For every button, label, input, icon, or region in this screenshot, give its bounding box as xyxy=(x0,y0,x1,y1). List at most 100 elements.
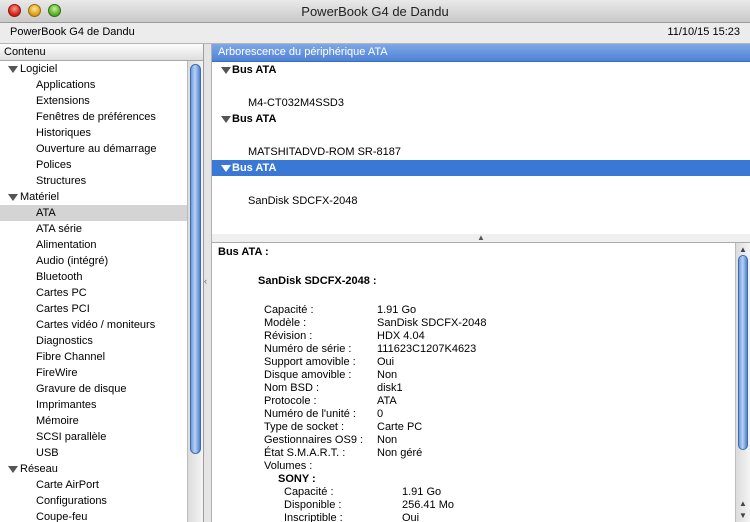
detail-scroll-thumb[interactable] xyxy=(738,255,748,450)
contents-scrollbar[interactable] xyxy=(187,61,203,522)
scroll-up-arrow-icon[interactable]: ▲ xyxy=(739,499,747,508)
property-key: Disque amovible : xyxy=(264,369,352,381)
property-row: Disponible : 256.41 Mo xyxy=(284,499,454,512)
property-value: 0 xyxy=(377,408,384,420)
scroll-down-icon[interactable]: ▼ xyxy=(739,511,747,520)
sidebar-item-label: Mémoire xyxy=(36,415,79,427)
property-value: HDX 4.04 xyxy=(377,330,425,342)
property-value xyxy=(377,460,486,473)
sidebar-item[interactable]: Applications xyxy=(0,77,187,93)
sidebar-category[interactable]: Logiciel xyxy=(0,61,187,77)
property-key: Inscriptible : xyxy=(284,512,343,522)
property-value: Oui xyxy=(402,512,420,522)
sidebar-item[interactable]: Fibre Channel xyxy=(0,349,187,365)
sidebar-item[interactable]: Fenêtres de préférences xyxy=(0,109,187,125)
ata-tree-header[interactable]: Arborescence du périphérique ATA xyxy=(212,44,750,62)
volume-name: SONY : xyxy=(278,473,316,485)
property-key: Révision : xyxy=(264,330,313,342)
sidebar-item[interactable]: ATA série xyxy=(0,221,187,237)
property-key: Nom BSD : xyxy=(264,382,320,394)
sidebar-item-label: USB xyxy=(36,447,59,459)
sidebar-item-label: ATA xyxy=(36,207,56,219)
sidebar-item[interactable]: Cartes vidéo / moniteurs xyxy=(0,317,187,333)
sidebar-item[interactable]: Cartes PC xyxy=(0,285,187,301)
splitter-up-icon[interactable]: ▲ xyxy=(477,233,485,242)
disclosure-triangle-icon[interactable] xyxy=(221,116,231,123)
sidebar-item-label: Ouverture au démarrage xyxy=(36,143,157,155)
sidebar-item[interactable]: Bluetooth xyxy=(0,269,187,285)
property-value: Non xyxy=(377,369,398,381)
horizontal-splitter[interactable]: ▲ xyxy=(212,234,750,243)
sidebar-item[interactable]: Imprimantes xyxy=(0,397,187,413)
contents-tree: Logiciel Applications Extensions Fenêtres d… xyxy=(0,61,187,522)
property-row: Modèle : SanDisk SDCFX-2048 xyxy=(264,317,486,330)
sidebar-item[interactable]: FireWire xyxy=(0,365,187,381)
sidebar-item[interactable]: Polices xyxy=(0,157,187,173)
info-bar: PowerBook G4 de Dandu 11/10/15 15:23 xyxy=(0,23,750,44)
sidebar-item[interactable]: Coupe-feu xyxy=(0,509,187,522)
detail-scrollbar[interactable]: ▲ ▲ ▼ xyxy=(735,243,750,522)
sidebar-category[interactable]: Matériel xyxy=(0,189,187,205)
ata-bus-row[interactable]: Bus ATA xyxy=(212,111,750,127)
ata-bus-row[interactable]: Bus ATA xyxy=(212,160,750,176)
sidebar-item-label: FireWire xyxy=(36,367,78,379)
sidebar-item-label: Fibre Channel xyxy=(36,351,106,363)
property-row: Type de socket : Carte PC xyxy=(264,421,486,434)
sidebar-item[interactable]: Configurations xyxy=(0,493,187,509)
sidebar-item-label: Matériel xyxy=(20,191,60,203)
ata-row-label: M4-CT032M4SSD3 xyxy=(248,97,344,109)
sidebar-item[interactable]: Extensions xyxy=(0,93,187,109)
volume-properties: Capacité :1.91 Go Disponible :256.41 Mo In… xyxy=(284,486,454,522)
sidebar-category[interactable]: Réseau xyxy=(0,461,187,477)
property-key: Type de socket : xyxy=(264,421,345,433)
splitter-grip-icon[interactable]: ‹ xyxy=(204,276,207,286)
property-key: Gestionnaires OS9 : xyxy=(264,434,364,446)
sidebar-item[interactable]: Cartes PCI xyxy=(0,301,187,317)
property-key: Disponible : xyxy=(284,499,342,511)
device-properties: Capacité : 1.91 Go Modèle : SanDisk SDCFX-2… xyxy=(264,304,486,473)
sidebar-item-label: Bluetooth xyxy=(36,271,83,283)
ata-row-label: SanDisk SDCFX-2048 xyxy=(248,195,358,207)
ata-device-row[interactable]: SanDisk SDCFX-2048 xyxy=(212,193,750,209)
sidebar-item[interactable]: Gravure de disque xyxy=(0,381,187,397)
property-value: SanDisk SDCFX-2048 xyxy=(377,317,487,329)
sidebar-item[interactable]: Historiques xyxy=(0,125,187,141)
property-key: Numéro de l'unité : xyxy=(264,408,356,420)
sidebar-item[interactable]: Structures xyxy=(0,173,187,189)
sidebar-item-label: Imprimantes xyxy=(36,399,97,411)
contents-pane: Contenu Logiciel Applications Extensions Fe… xyxy=(0,44,204,522)
property-row: Gestionnaires OS9 : Non xyxy=(264,434,486,447)
sidebar-item[interactable]: Alimentation xyxy=(0,237,187,253)
ata-tree-pane: Arborescence du périphérique ATA Bus ATA… xyxy=(212,44,750,235)
sidebar-item[interactable]: Audio (intégré) xyxy=(0,253,187,269)
pane-splitter[interactable]: ‹ xyxy=(204,44,212,522)
sidebar-item[interactable]: Mémoire xyxy=(0,413,187,429)
ata-bus-row[interactable]: Bus ATA xyxy=(212,62,750,78)
sidebar-item-label: Fenêtres de préférences xyxy=(36,111,156,123)
property-row: Inscriptible : Oui xyxy=(284,512,454,522)
disclosure-triangle-icon[interactable] xyxy=(8,194,18,201)
disclosure-triangle-icon[interactable] xyxy=(221,165,231,172)
sidebar-item[interactable]: Ouverture au démarrage xyxy=(0,141,187,157)
contents-scroll-thumb[interactable] xyxy=(190,64,201,454)
property-value: Non géré xyxy=(377,447,423,459)
title-bar: PowerBook G4 de Dandu xyxy=(0,0,750,23)
property-key: Protocole : xyxy=(264,395,317,407)
sidebar-item[interactable]: USB xyxy=(0,445,187,461)
ata-device-row[interactable]: MATSHITADVD-ROM SR-8187 xyxy=(212,144,750,160)
sidebar-item[interactable]: Carte AirPort xyxy=(0,477,187,493)
device-title: SanDisk SDCFX-2048 : xyxy=(258,275,377,287)
disclosure-triangle-icon[interactable] xyxy=(8,66,18,73)
disclosure-triangle-icon[interactable] xyxy=(221,67,231,74)
disclosure-triangle-icon[interactable] xyxy=(8,466,18,473)
sidebar-item[interactable]: ATA xyxy=(0,205,187,221)
property-row: Disque amovible : Non xyxy=(264,369,486,382)
scroll-up-icon[interactable]: ▲ xyxy=(739,245,747,254)
sidebar-item[interactable]: Diagnostics xyxy=(0,333,187,349)
ata-device-row[interactable]: M4-CT032M4SSD3 xyxy=(212,95,750,111)
sidebar-item-label: Applications xyxy=(36,79,96,91)
property-value: 256.41 Mo xyxy=(402,499,454,511)
ata-row-label: Bus ATA xyxy=(232,162,277,174)
window-title: PowerBook G4 de Dandu xyxy=(301,4,449,19)
sidebar-item[interactable]: SCSI parallèle xyxy=(0,429,187,445)
